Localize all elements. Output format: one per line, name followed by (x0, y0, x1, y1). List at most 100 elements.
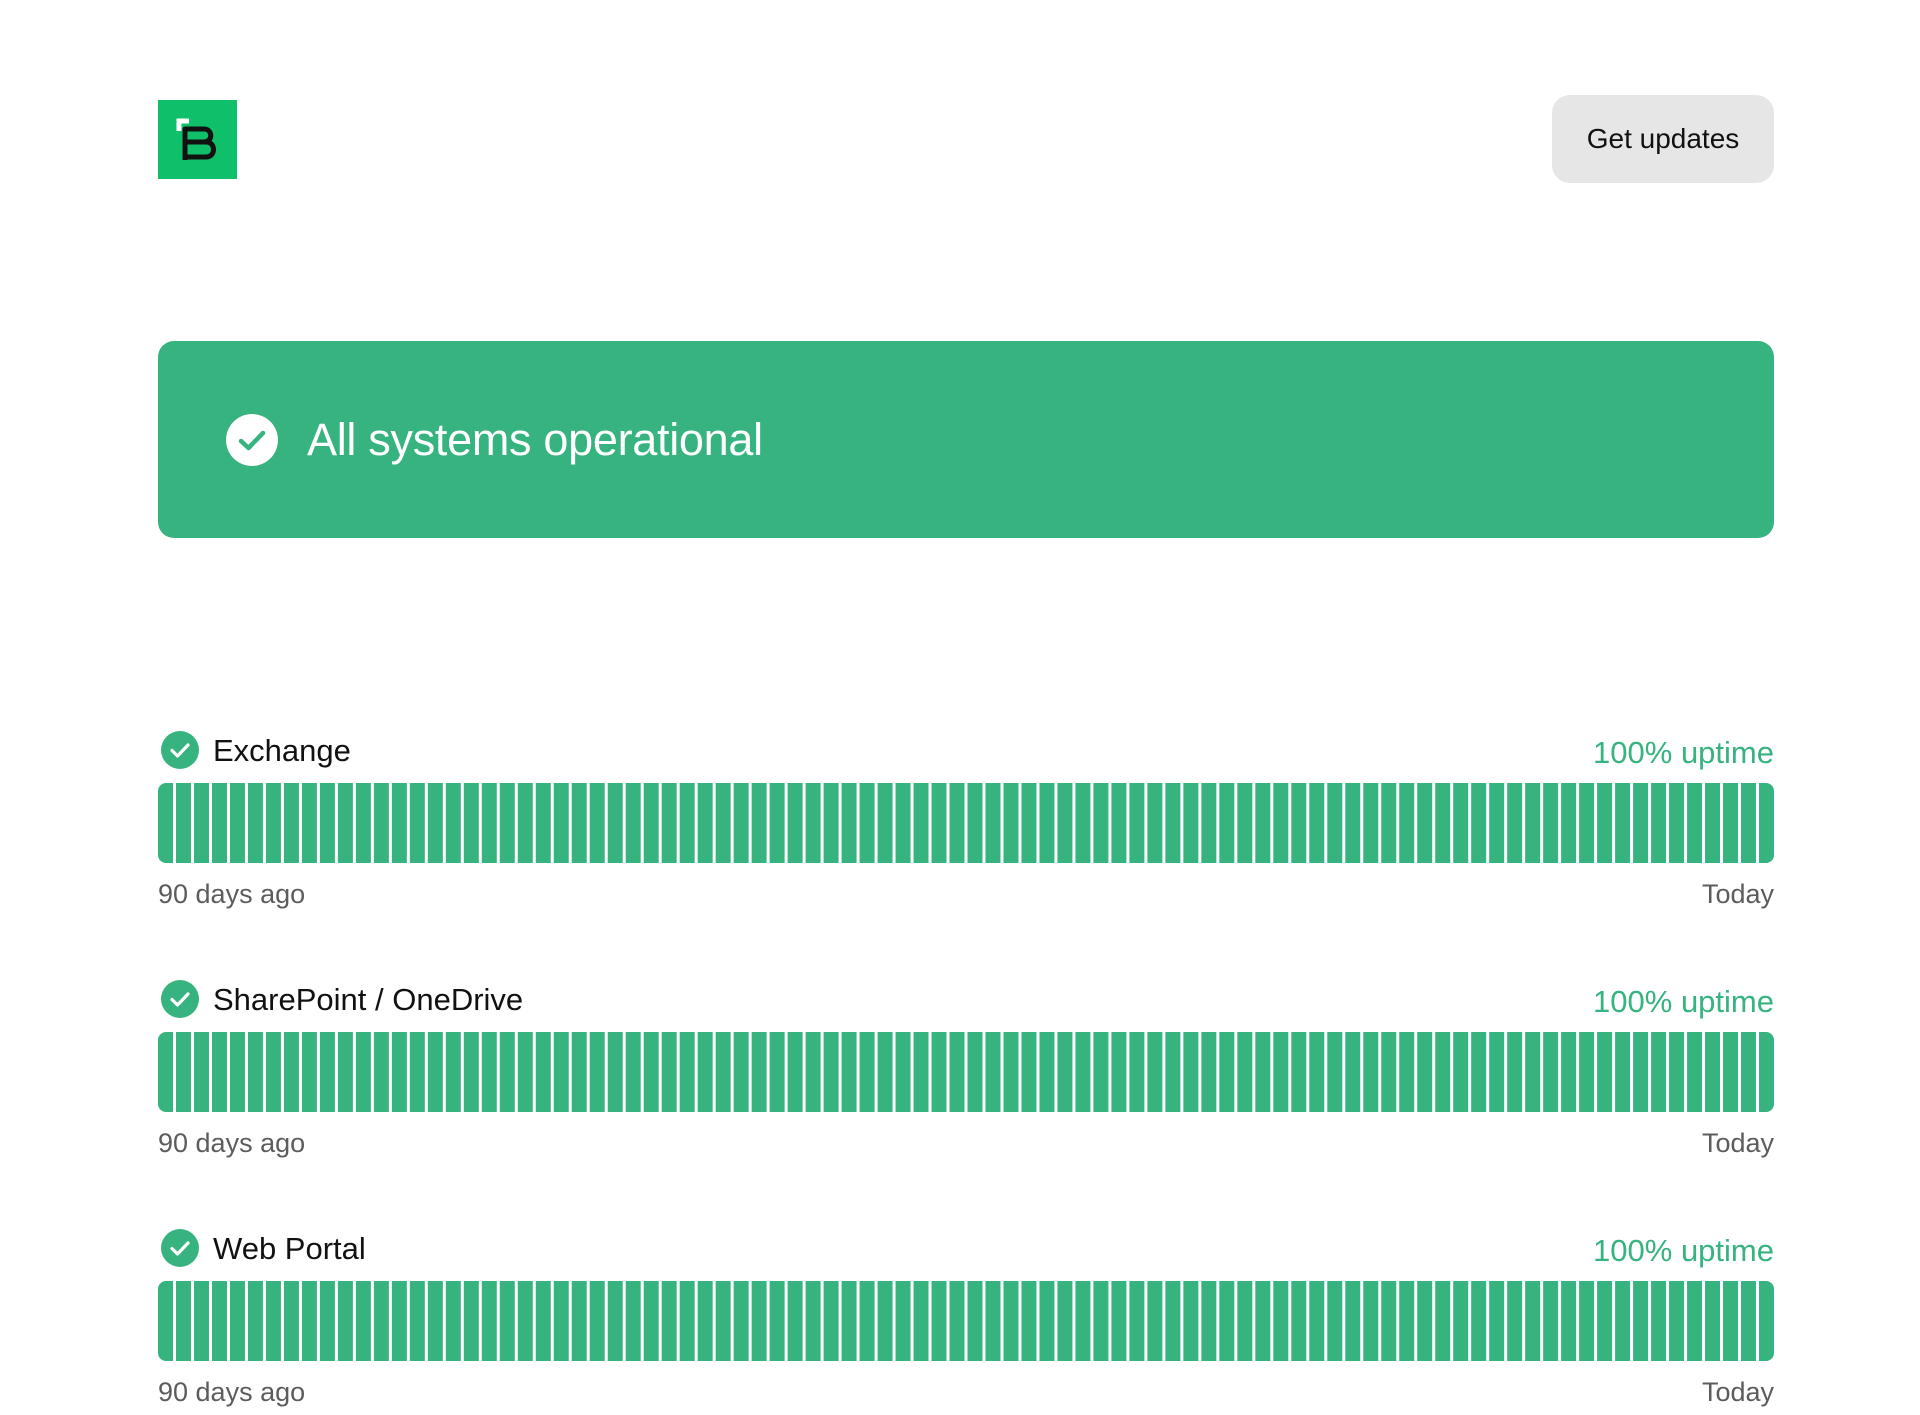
uptime-day-bar[interactable] (1561, 783, 1577, 863)
uptime-day-bar[interactable] (373, 783, 389, 863)
uptime-day-bar[interactable] (193, 783, 209, 863)
uptime-day-bar[interactable] (1273, 1032, 1289, 1112)
uptime-day-bar[interactable] (283, 783, 299, 863)
uptime-day-bar[interactable] (319, 783, 335, 863)
uptime-day-bar[interactable] (1165, 783, 1181, 863)
uptime-day-bar[interactable] (175, 783, 191, 863)
uptime-day-bar[interactable] (895, 1281, 911, 1361)
uptime-day-bar[interactable] (571, 1032, 587, 1112)
uptime-day-bar[interactable] (211, 1032, 227, 1112)
uptime-day-bar[interactable] (373, 1281, 389, 1361)
uptime-day-bar[interactable] (1579, 1032, 1595, 1112)
uptime-day-bar[interactable] (517, 783, 533, 863)
uptime-day-bar[interactable] (715, 1032, 731, 1112)
uptime-day-bar[interactable] (985, 783, 1001, 863)
uptime-day-bar[interactable] (1327, 1032, 1343, 1112)
uptime-day-bar[interactable] (1687, 1032, 1703, 1112)
uptime-day-bar[interactable] (1471, 1281, 1487, 1361)
uptime-day-bar[interactable] (1183, 1032, 1199, 1112)
uptime-day-bar[interactable] (895, 1032, 911, 1112)
uptime-day-bar[interactable] (877, 1281, 893, 1361)
uptime-day-bar[interactable] (283, 1281, 299, 1361)
uptime-day-bar[interactable] (1723, 1281, 1739, 1361)
uptime-day-bar[interactable] (859, 1032, 875, 1112)
uptime-day-bar[interactable] (1111, 783, 1127, 863)
uptime-day-bar[interactable] (1705, 783, 1721, 863)
uptime-day-bar[interactable] (787, 1281, 803, 1361)
uptime-day-bar[interactable] (697, 1032, 713, 1112)
uptime-day-bar[interactable] (1363, 1032, 1379, 1112)
uptime-day-bar[interactable] (463, 783, 479, 863)
uptime-day-bar[interactable] (841, 1032, 857, 1112)
uptime-day-bar[interactable] (1075, 1281, 1091, 1361)
uptime-day-bar[interactable] (985, 1281, 1001, 1361)
uptime-day-bar[interactable] (1075, 1032, 1091, 1112)
uptime-day-bar[interactable] (463, 1281, 479, 1361)
uptime-day-bar[interactable] (1543, 1281, 1559, 1361)
uptime-day-bar[interactable] (1561, 1032, 1577, 1112)
uptime-day-bar[interactable] (445, 1281, 461, 1361)
uptime-day-bar[interactable] (1633, 1281, 1649, 1361)
uptime-day-bar[interactable] (265, 1032, 281, 1112)
uptime-day-bar[interactable] (1489, 783, 1505, 863)
uptime-day-bar[interactable] (319, 1032, 335, 1112)
uptime-day-bar[interactable] (679, 783, 695, 863)
uptime-day-bar[interactable] (1435, 783, 1451, 863)
uptime-day-bar[interactable] (859, 783, 875, 863)
uptime-day-bar[interactable] (1255, 1281, 1271, 1361)
uptime-day-bar[interactable] (1759, 783, 1774, 863)
uptime-day-bar[interactable] (571, 1281, 587, 1361)
uptime-day-bar[interactable] (1417, 783, 1433, 863)
uptime-day-bar[interactable] (715, 783, 731, 863)
uptime-day-bar[interactable] (1453, 1032, 1469, 1112)
uptime-day-bar[interactable] (1687, 1281, 1703, 1361)
uptime-day-bar[interactable] (1669, 783, 1685, 863)
uptime-day-bar[interactable] (1759, 1281, 1774, 1361)
uptime-day-bar[interactable] (1039, 783, 1055, 863)
uptime-day-bar[interactable] (229, 1032, 245, 1112)
uptime-day-bar[interactable] (787, 1032, 803, 1112)
uptime-day-bar[interactable] (1273, 783, 1289, 863)
uptime-day-bar[interactable] (1201, 1281, 1217, 1361)
uptime-day-bar[interactable] (1597, 1281, 1613, 1361)
uptime-day-bar[interactable] (1021, 1281, 1037, 1361)
uptime-day-bar[interactable] (1597, 783, 1613, 863)
uptime-day-bar[interactable] (1345, 1032, 1361, 1112)
uptime-day-bar[interactable] (625, 1032, 641, 1112)
uptime-day-bar[interactable] (1291, 1281, 1307, 1361)
uptime-day-bar[interactable] (337, 1281, 353, 1361)
uptime-day-bar[interactable] (1435, 1281, 1451, 1361)
uptime-day-bar[interactable] (1525, 783, 1541, 863)
uptime-day-bar[interactable] (409, 783, 425, 863)
uptime-day-bar[interactable] (301, 1032, 317, 1112)
uptime-day-bar[interactable] (1399, 1281, 1415, 1361)
uptime-day-bar[interactable] (967, 783, 983, 863)
uptime-day-bar[interactable] (607, 783, 623, 863)
uptime-day-bar[interactable] (1669, 1032, 1685, 1112)
uptime-day-bar[interactable] (949, 1281, 965, 1361)
uptime-day-bar[interactable] (1597, 1032, 1613, 1112)
uptime-day-bar[interactable] (1651, 783, 1667, 863)
uptime-day-bar[interactable] (1399, 783, 1415, 863)
uptime-day-bar[interactable] (1525, 1032, 1541, 1112)
uptime-day-bar[interactable] (1723, 783, 1739, 863)
uptime-day-bar[interactable] (427, 783, 443, 863)
get-updates-button[interactable]: Get updates (1552, 95, 1774, 183)
uptime-day-bar[interactable] (175, 1032, 191, 1112)
uptime-day-bar[interactable] (949, 1032, 965, 1112)
uptime-day-bar[interactable] (158, 783, 173, 863)
uptime-day-bar[interactable] (1579, 1281, 1595, 1361)
uptime-day-bar[interactable] (301, 1281, 317, 1361)
uptime-day-bar[interactable] (1489, 1032, 1505, 1112)
uptime-day-bar[interactable] (463, 1032, 479, 1112)
uptime-day-bar[interactable] (1507, 783, 1523, 863)
uptime-day-bar[interactable] (823, 783, 839, 863)
uptime-day-bar[interactable] (1741, 1032, 1757, 1112)
uptime-day-bar[interactable] (1255, 1032, 1271, 1112)
uptime-day-bar[interactable] (1363, 1281, 1379, 1361)
uptime-day-bar[interactable] (1183, 783, 1199, 863)
uptime-day-bar[interactable] (499, 783, 515, 863)
uptime-day-bar[interactable] (1165, 1032, 1181, 1112)
uptime-day-bar[interactable] (751, 783, 767, 863)
uptime-day-bar[interactable] (553, 1281, 569, 1361)
